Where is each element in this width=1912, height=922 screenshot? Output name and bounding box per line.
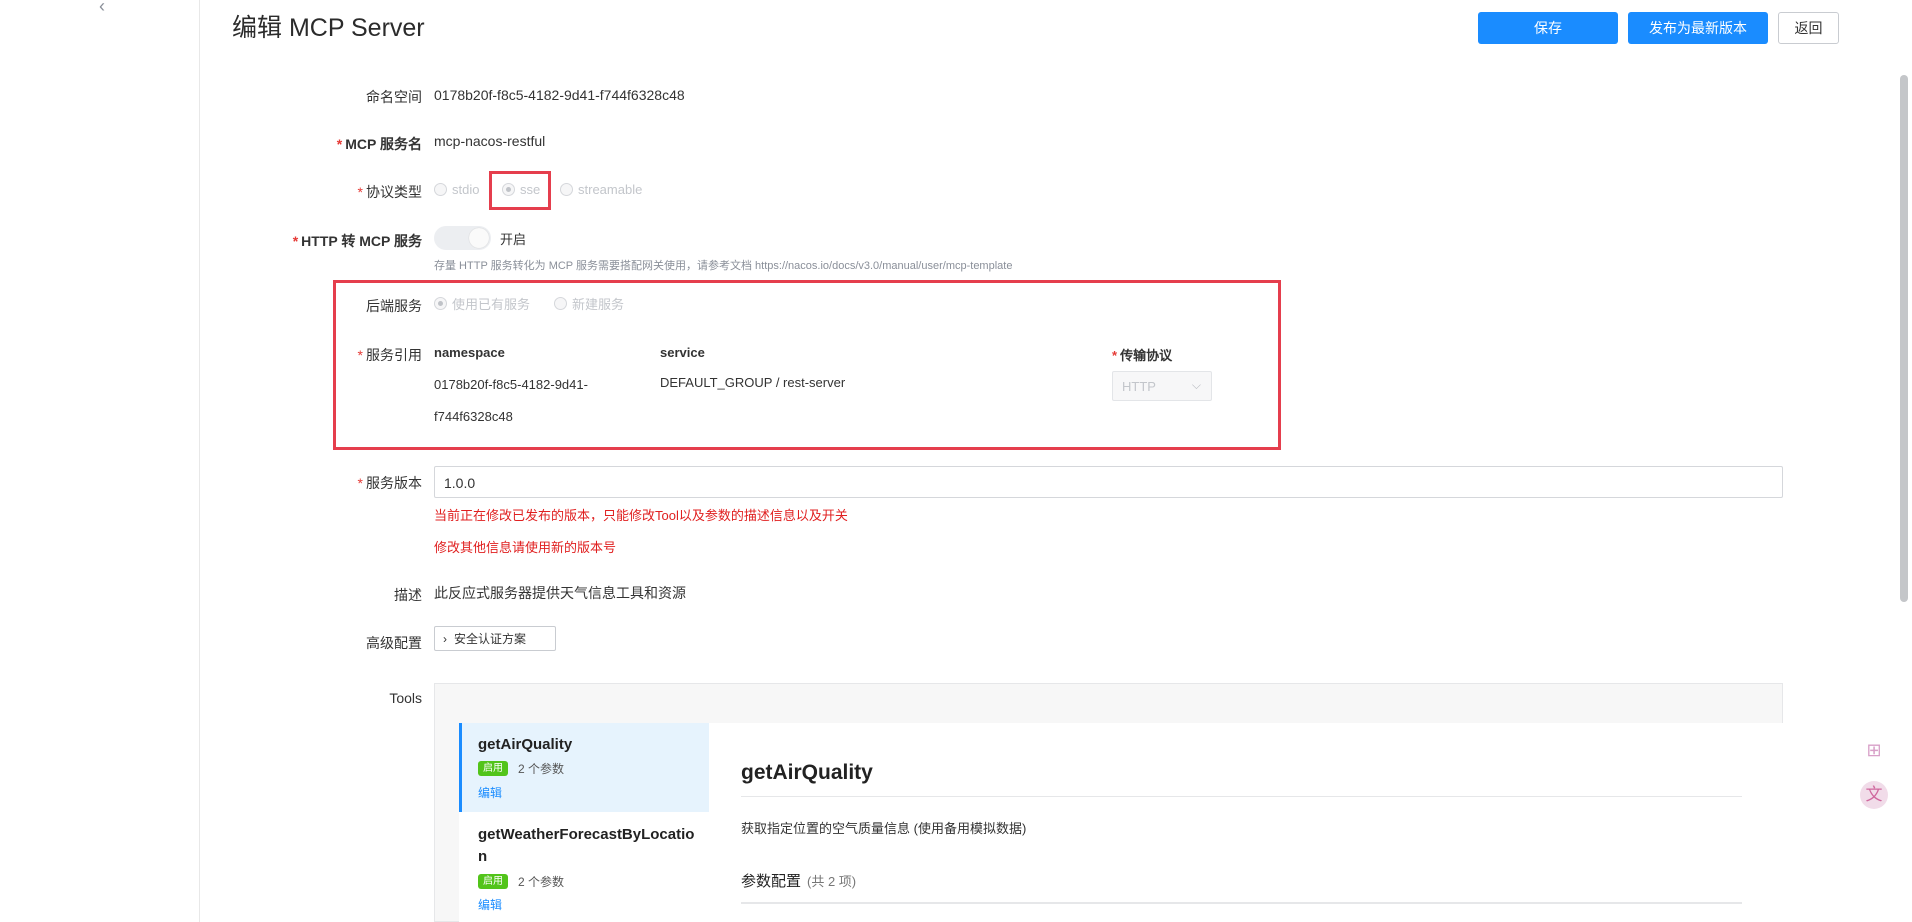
- tool-param-count: 2 个参数: [518, 762, 565, 776]
- description-label: 描述: [394, 587, 422, 603]
- security-auth-button[interactable]: › 安全认证方案: [434, 626, 556, 651]
- tool-list: getAirQuality 启用 2 个参数 编辑 getWeatherFore…: [459, 723, 709, 922]
- description-value: 此反应式服务器提供天气信息工具和资源: [434, 585, 686, 601]
- service-column-header: service: [660, 345, 705, 360]
- toggle-label: 开启: [500, 232, 527, 247]
- tool-name: getAirQuality: [478, 736, 573, 753]
- tool-edit-link[interactable]: 编辑: [478, 896, 502, 913]
- save-button[interactable]: 保存: [1478, 12, 1618, 44]
- service-name-label: * MCP 服务名: [336, 136, 422, 152]
- tool-param-count: 2 个参数: [518, 875, 565, 889]
- http-to-mcp-label: * HTTP 转 MCP 服务: [292, 233, 422, 249]
- protocol-radio-stdio[interactable]: stdio: [434, 182, 479, 197]
- namespace-value: 0178b20f-f8c5-4182-9d41-f744f6328c48: [434, 87, 685, 103]
- divider: [741, 902, 1742, 904]
- tool-detail-description: 获取指定位置的空气质量信息 (使用备用模拟数据): [741, 821, 1027, 836]
- divider: [741, 796, 1742, 797]
- http-to-mcp-help-text: 存量 HTTP 服务转化为 MCP 服务需要搭配网关使用，请参考文档 https…: [434, 260, 1013, 272]
- apps-icon[interactable]: ⊞: [1860, 736, 1888, 764]
- protocol-label: * 协议类型: [357, 184, 422, 200]
- http-to-mcp-toggle[interactable]: [434, 226, 491, 250]
- tool-detail-title: getAirQuality: [741, 761, 873, 784]
- back-button[interactable]: 返回: [1778, 12, 1839, 44]
- service-ref-namespace-line1: 0178b20f-f8c5-4182-9d41-: [434, 377, 588, 392]
- tool-item[interactable]: getAirQuality 启用 2 个参数 编辑: [459, 723, 709, 812]
- left-nav-rail: ‹: [0, 0, 200, 922]
- protocol-radio-streamable[interactable]: streamable: [560, 182, 642, 197]
- translate-icon[interactable]: 文: [1860, 781, 1888, 809]
- publish-latest-button[interactable]: 发布为最新版本: [1628, 12, 1768, 44]
- version-warning-2: 修改其他信息请使用新的版本号: [434, 540, 617, 555]
- version-warning-1: 当前正在修改已发布的版本，只能修改Tool以及参数的描述信息以及开关: [434, 508, 848, 523]
- transport-protocol-select[interactable]: HTTP ⌵: [1112, 371, 1212, 401]
- tools-label: Tools: [389, 690, 422, 706]
- tool-name-line1: getWeatherForecastByLocatio: [478, 826, 695, 843]
- chevron-left-icon[interactable]: ‹: [92, 0, 112, 15]
- advanced-label: 高级配置: [366, 635, 422, 651]
- backend-radio-existing[interactable]: 使用已有服务: [434, 294, 530, 313]
- tool-name-line2: n: [478, 848, 488, 865]
- tool-edit-link[interactable]: 编辑: [478, 784, 502, 801]
- version-input[interactable]: 1.0.0: [434, 466, 1783, 498]
- service-ref-service-value: DEFAULT_GROUP / rest-server: [660, 375, 846, 390]
- enabled-badge: 启用: [478, 761, 508, 776]
- param-config-heading: 参数配置 (共 2 项): [741, 873, 857, 890]
- tool-item[interactable]: getWeatherForecastByLocatio n 启用 2 个参数 编…: [459, 812, 709, 922]
- chevron-down-icon: ⌵: [1191, 378, 1201, 392]
- page-title: 编辑 MCP Server: [232, 14, 425, 42]
- highlight-box-protocol: [489, 171, 551, 210]
- backend-label: 后端服务: [366, 298, 422, 314]
- chevron-right-icon: ›: [443, 631, 447, 646]
- service-ref-label: * 服务引用: [357, 347, 422, 363]
- service-ref-namespace-line2: f744f6328c48: [434, 409, 513, 424]
- namespace-label: 命名空间: [366, 89, 422, 105]
- namespace-column-header: namespace: [434, 345, 505, 360]
- backend-radio-new[interactable]: 新建服务: [554, 294, 624, 313]
- vertical-scrollbar[interactable]: [1900, 75, 1908, 602]
- version-label: * 服务版本: [357, 475, 422, 491]
- transport-column-header: * 传输协议: [1112, 348, 1173, 363]
- enabled-badge: 启用: [478, 874, 508, 889]
- service-name-value: mcp-nacos-restful: [434, 133, 546, 149]
- toggle-knob: [469, 228, 489, 248]
